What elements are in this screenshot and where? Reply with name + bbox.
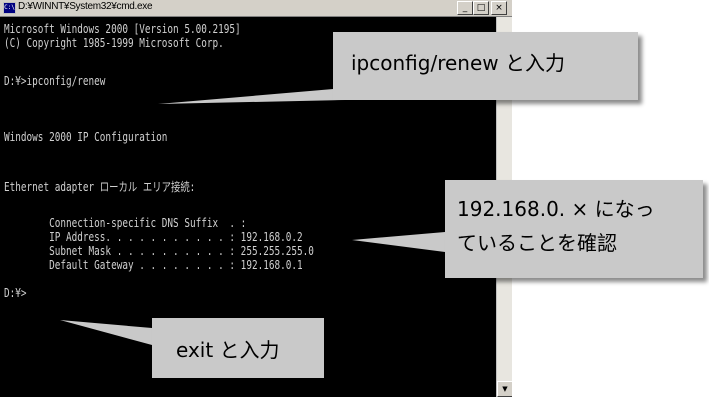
callout-pointer-renew	[158, 88, 345, 104]
callout-ip-text-line2: ていることを確認	[457, 231, 617, 255]
callout-exit: exit と入力	[152, 318, 324, 378]
callout-ip-confirm: 192.168.0. × になっ ていることを確認	[445, 180, 703, 278]
callout-renew-text: ipconfig/renew と入力	[351, 51, 565, 75]
callout-pointer-exit	[60, 320, 152, 345]
callout-renew: ipconfig/renew と入力	[333, 32, 638, 100]
callout-pointer-ip	[352, 232, 445, 252]
callout-exit-text: exit と入力	[176, 338, 280, 362]
callout-ip-text-line1: 192.168.0. × になっ	[457, 197, 655, 221]
